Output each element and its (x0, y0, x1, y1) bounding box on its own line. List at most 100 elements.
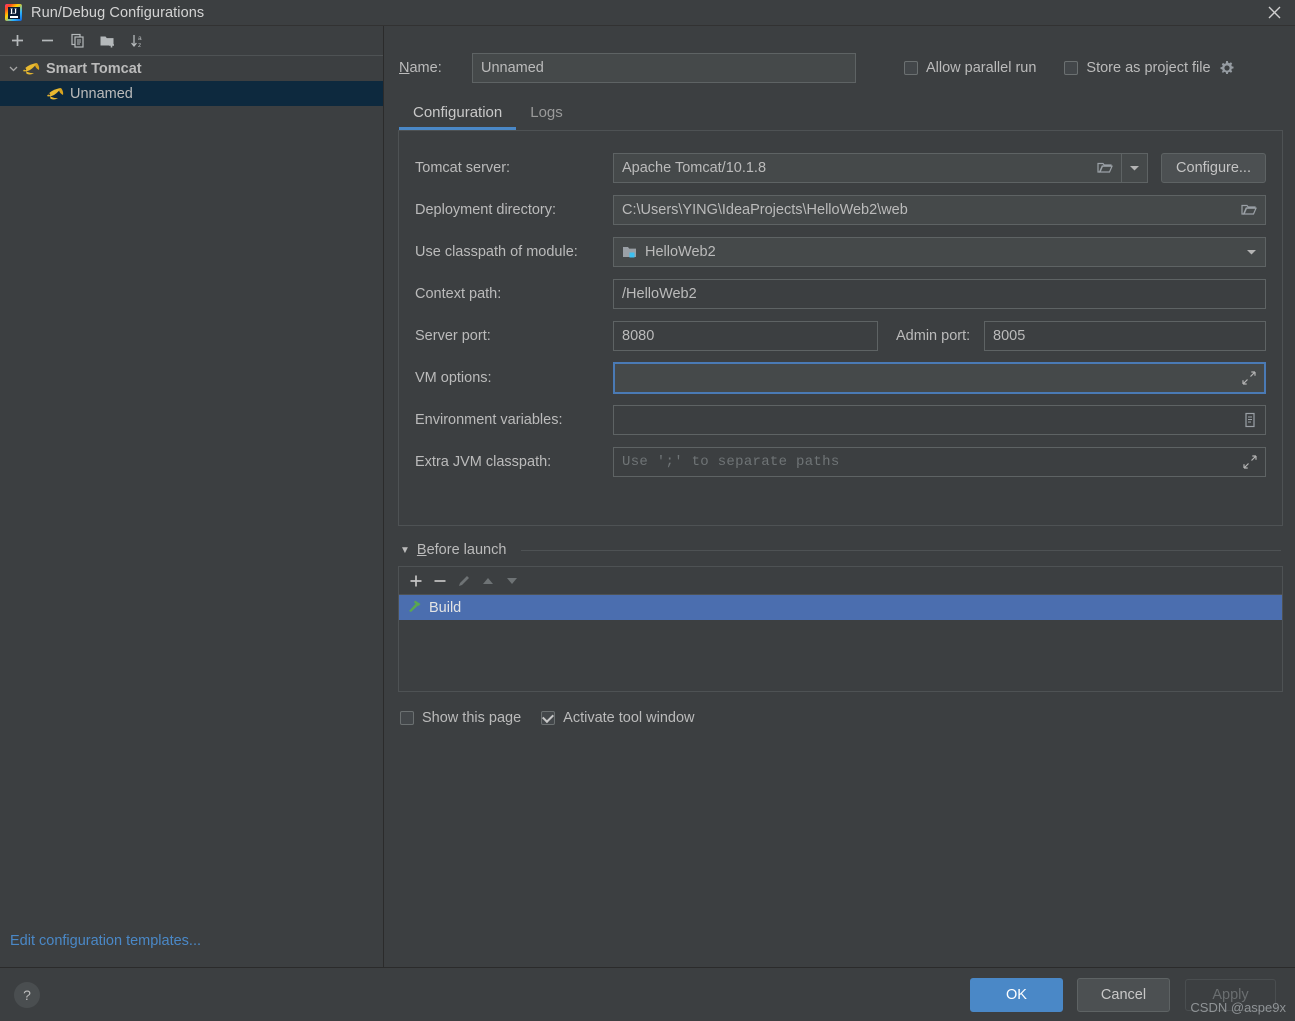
add-task-button[interactable] (409, 574, 423, 588)
move-down-button[interactable] (505, 576, 519, 586)
classpath-module-label: Use classpath of module: (415, 244, 578, 260)
context-path-value: /HelloWeb2 (622, 286, 697, 302)
edit-configuration-templates-link[interactable]: Edit configuration templates... (0, 915, 383, 967)
before-launch-task-list: Build (399, 595, 1282, 691)
deployment-directory-label: Deployment directory: (415, 202, 557, 218)
new-folder-button[interactable] (94, 28, 121, 54)
svg-text:a: a (138, 35, 142, 42)
row-environment-variables: Environment variables: (403, 399, 1266, 441)
tomcat-server-field[interactable]: Apache Tomcat/10.1.8 (613, 153, 1123, 183)
remove-task-button[interactable] (433, 574, 447, 588)
server-port-field[interactable]: 8080 (613, 321, 878, 351)
tomcat-server-label: Tomcat server: (415, 160, 511, 176)
tomcat-server-dropdown-icon[interactable] (1122, 153, 1149, 183)
admin-port-field[interactable]: 8005 (984, 321, 1266, 351)
task-row-build[interactable]: Build (399, 595, 1282, 620)
checkbox-box (904, 61, 918, 75)
admin-port-label: Admin port: (896, 328, 971, 344)
window-title: Run/Debug Configurations (31, 4, 205, 21)
folder-open-icon[interactable] (1091, 161, 1113, 175)
extra-jvm-classpath-placeholder: Use ';' to separate paths (622, 454, 840, 470)
context-path-field[interactable]: /HelloWeb2 (613, 279, 1266, 309)
tomcat-server-value: Apache Tomcat/10.1.8 (622, 160, 767, 176)
name-label: Name: (399, 60, 442, 76)
hammer-icon (407, 598, 422, 617)
classpath-module-value: HelloWeb2 (645, 244, 716, 260)
before-launch-title: Before launch (416, 542, 507, 558)
cancel-button[interactable]: Cancel (1077, 977, 1170, 1012)
classpath-module-combo[interactable]: HelloWeb2 (613, 237, 1266, 267)
dialog-body: a z Smart Tomcat Unnamed Edit configurat… (0, 26, 1295, 967)
configuration-editor-panel: Name: Allow parallel run Store as projec… (384, 26, 1295, 967)
row-extra-jvm-classpath: Extra JVM classpath: Use ';' to separate… (403, 441, 1266, 483)
environment-variables-label: Environment variables: (415, 412, 563, 428)
edit-task-button[interactable] (457, 574, 471, 588)
vm-options-field[interactable] (613, 362, 1266, 394)
tree-group-label: Smart Tomcat (46, 60, 142, 77)
list-edit-icon[interactable] (1237, 412, 1257, 428)
editor-tabs: Configuration Logs (384, 88, 1295, 130)
run-debug-configurations-dialog: IJ Run/Debug Configurations a z Smart To… (0, 0, 1295, 1021)
allow-parallel-run-label: Allow parallel run (926, 60, 1037, 76)
gear-icon[interactable] (1219, 60, 1235, 76)
module-folder-icon (622, 245, 638, 259)
tree-group-smart-tomcat[interactable]: Smart Tomcat (0, 56, 383, 81)
row-vm-options: VM options: (403, 357, 1266, 399)
copy-configuration-button[interactable] (64, 28, 91, 54)
checkbox-box (1064, 61, 1079, 75)
dialog-footer: ? OK Cancel Apply (0, 967, 1295, 1021)
footer-actions: OK Cancel Apply (970, 977, 1277, 1012)
tab-configuration[interactable]: Configuration (399, 104, 517, 130)
row-context-path: Context path: /HelloWeb2 (403, 273, 1266, 315)
expand-icon[interactable] (1236, 371, 1256, 385)
ok-button[interactable]: OK (970, 977, 1063, 1012)
deployment-directory-value: C:\Users\YING\IdeaProjects\HelloWeb2\web (622, 202, 908, 218)
show-this-page-checkbox[interactable]: Show this page (400, 710, 521, 726)
row-classpath-module: Use classpath of module: HelloWeb2 (403, 231, 1266, 273)
checkbox-box (400, 711, 414, 725)
tree-item-unnamed[interactable]: Unnamed (0, 81, 383, 106)
vm-options-label: VM options: (415, 370, 492, 386)
remove-configuration-button[interactable] (34, 28, 61, 54)
store-as-project-file-checkbox[interactable]: Store as project file (1064, 60, 1211, 76)
activate-tool-window-label: Activate tool window (563, 710, 695, 726)
add-configuration-button[interactable] (4, 28, 31, 54)
environment-variables-field[interactable] (613, 405, 1266, 435)
svg-text:z: z (138, 42, 141, 49)
allow-parallel-run-checkbox[interactable]: Allow parallel run (904, 60, 1036, 76)
configurations-sidebar: a z Smart Tomcat Unnamed Edit configurat… (0, 26, 384, 967)
activate-tool-window-checkbox[interactable]: Activate tool window (541, 710, 695, 726)
server-port-value: 8080 (622, 328, 655, 344)
before-launch-toolbar (399, 567, 1282, 595)
row-ports: Server port: 8080 Admin port: 8005 (403, 315, 1266, 357)
before-launch-header[interactable]: ▼ Before launch (400, 542, 1281, 558)
row-deployment-directory: Deployment directory: C:\Users\YING\Idea… (403, 189, 1266, 231)
help-button[interactable]: ? (14, 981, 40, 1008)
configurations-tree: Smart Tomcat Unnamed (0, 56, 383, 915)
move-up-button[interactable] (481, 576, 495, 586)
sort-alphabetically-button[interactable]: a z (124, 28, 151, 54)
tomcat-icon (22, 61, 41, 77)
show-this-page-label: Show this page (422, 710, 522, 726)
chevron-down-icon[interactable] (4, 63, 22, 74)
chevron-down-icon[interactable] (1240, 248, 1257, 256)
task-label: Build (429, 599, 462, 616)
before-launch-options: Show this page Activate tool window (400, 710, 1295, 726)
sidebar-toolbar: a z (0, 26, 383, 56)
triangle-down-icon[interactable]: ▼ (400, 545, 410, 556)
server-port-label: Server port: (415, 328, 491, 344)
tree-item-label: Unnamed (70, 85, 133, 102)
store-as-project-file-label: Store as project file (1086, 60, 1211, 76)
before-launch-box: Build (398, 566, 1283, 692)
deployment-directory-field[interactable]: C:\Users\YING\IdeaProjects\HelloWeb2\web (613, 195, 1266, 225)
folder-open-icon[interactable] (1235, 203, 1257, 217)
tab-logs[interactable]: Logs (516, 104, 577, 130)
extra-jvm-classpath-field[interactable]: Use ';' to separate paths (613, 447, 1266, 477)
title-bar: IJ Run/Debug Configurations (0, 0, 1295, 26)
row-tomcat-server: Tomcat server: Apache Tomcat/10.1.8 Conf… (403, 147, 1266, 189)
intellij-idea-logo-icon: IJ (5, 4, 22, 21)
close-icon[interactable] (1259, 1, 1289, 25)
configure-button[interactable]: Configure... (1161, 153, 1266, 183)
name-input[interactable] (472, 53, 856, 83)
expand-icon[interactable] (1237, 455, 1257, 469)
